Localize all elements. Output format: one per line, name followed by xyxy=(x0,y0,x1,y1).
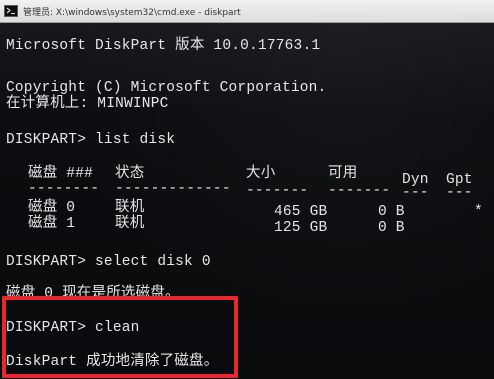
screen: 管理员: X:\windows\system32\cmd.exe - diskp… xyxy=(0,0,494,379)
table-row-disk-0-size: 465 GB xyxy=(274,204,328,220)
table-row-disk-0-name: 磁盘 0 xyxy=(28,200,76,216)
table-row-disk-1-size: 125 GB xyxy=(274,220,328,236)
cmd-icon xyxy=(4,5,18,17)
separator-size: ------- xyxy=(246,183,309,199)
table-row-disk-1-free: 0 B xyxy=(378,220,405,236)
separator-free: ------- xyxy=(328,183,391,199)
separator-dyn: --- xyxy=(402,185,429,201)
table-row-disk-0-free: 0 B xyxy=(378,204,405,220)
table-row-disk-0-status: 联机 xyxy=(115,200,145,216)
separator-disk: -------- xyxy=(28,181,100,197)
command-select-disk: DISKPART> select disk 0 xyxy=(6,254,211,270)
column-header-size: 大小 xyxy=(246,166,276,182)
title-bar[interactable]: 管理员: X:\windows\system32\cmd.exe - diskp… xyxy=(0,0,494,23)
table-row-disk-1-name: 磁盘 1 xyxy=(28,216,76,232)
computer-line: 在计算机上: MINWINPC xyxy=(6,96,169,112)
window-title: 管理员: X:\windows\system32\cmd.exe - diskp… xyxy=(23,7,241,18)
table-row-disk-0-gpt: * xyxy=(474,204,483,220)
column-header-disk: 磁盘 ### xyxy=(28,166,94,182)
copyright-line: Copyright (C) Microsoft Corporation. xyxy=(6,80,327,96)
version-line: Microsoft DiskPart 版本 10.0.17763.1 xyxy=(6,38,321,54)
separator-status: ------------- xyxy=(115,181,231,197)
table-row-disk-1-status: 联机 xyxy=(115,216,145,232)
command-list-disk: DISKPART> list disk xyxy=(6,132,176,148)
highlight-box xyxy=(2,296,238,378)
column-header-status: 状态 xyxy=(115,166,145,182)
separator-gpt: --- xyxy=(446,185,473,201)
column-header-free: 可用 xyxy=(328,166,358,182)
